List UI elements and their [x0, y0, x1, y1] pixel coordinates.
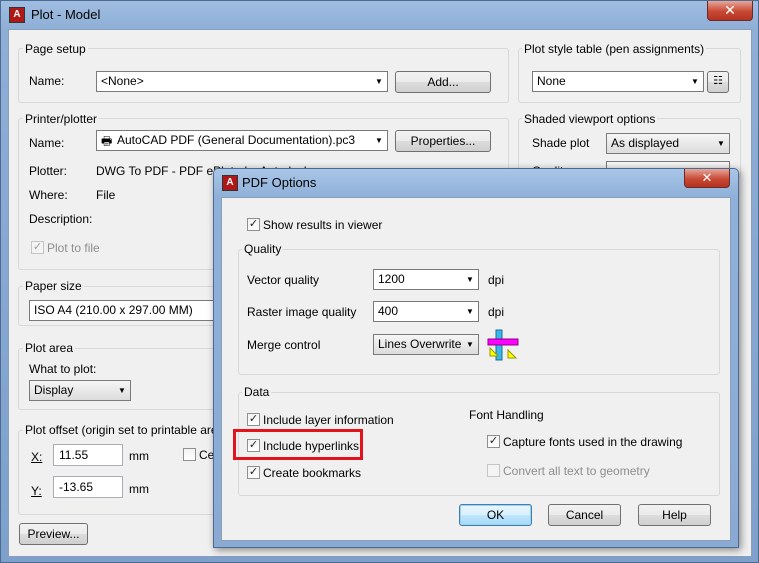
pdf-close-button[interactable]: ✕: [684, 169, 730, 188]
ok-button[interactable]: OK: [459, 504, 532, 526]
printer-name-value: AutoCAD PDF (General Documentation).pc3: [117, 133, 356, 147]
y-offset-label: Y:: [31, 484, 42, 498]
pdf-client-area: ✓ Show results in viewer Quality Vector …: [221, 197, 731, 541]
pdf-title-bar[interactable]: A PDF Options ✕: [214, 169, 738, 197]
add-button[interactable]: Add...: [395, 71, 491, 93]
properties-button[interactable]: Properties...: [395, 130, 491, 152]
shade-plot-value: As displayed: [611, 136, 680, 150]
x-offset-input[interactable]: 11.55: [53, 444, 123, 466]
raster-quality-label: Raster image quality: [247, 305, 357, 319]
merge-control-combo[interactable]: Lines Overwrite ▼: [373, 334, 479, 355]
plot-area-title: Plot area: [23, 341, 76, 355]
chevron-down-icon: ▼: [691, 77, 699, 86]
plot-style-combo[interactable]: None ▼: [532, 71, 704, 92]
x-offset-label: X:: [31, 450, 43, 464]
edit-plot-style-button[interactable]: ☷: [707, 71, 729, 93]
chevron-down-icon: ▼: [466, 340, 474, 349]
raster-quality-combo[interactable]: 400 ▼: [373, 301, 479, 322]
page-setup-name-value: <None>: [101, 74, 144, 88]
plot-to-file-checkbox[interactable]: ✓: [31, 241, 44, 254]
y-offset-unit: mm: [129, 482, 149, 496]
plot-offset-title: Plot offset (origin set to printable are…: [23, 423, 231, 437]
center-plot-checkbox[interactable]: [183, 448, 196, 461]
include-layer-info-checkbox[interactable]: ✓: [247, 413, 260, 426]
plot-style-value: None: [537, 74, 566, 88]
font-handling-title: Font Handling: [469, 408, 544, 422]
page-setup-name-combo[interactable]: <None> ▼: [96, 71, 388, 92]
show-results-checkbox[interactable]: ✓: [247, 218, 260, 231]
page-setup-name-label: Name:: [29, 74, 65, 88]
autocad-app-icon: A: [222, 175, 238, 191]
main-title-bar[interactable]: A Plot - Model ✕: [1, 1, 758, 29]
highlight-annotation: [233, 429, 363, 460]
merge-lines-overwrite-icon: [487, 329, 519, 361]
printer-name-combo[interactable]: 🖶 AutoCAD PDF (General Documentation).pc…: [96, 130, 388, 151]
vector-dpi-label: dpi: [488, 273, 505, 287]
pdf-options-dialog: A PDF Options ✕ ✓ Show results in viewer…: [213, 168, 739, 548]
shade-plot-label: Shade plot: [532, 136, 590, 150]
paper-size-title: Paper size: [23, 279, 84, 293]
shade-plot-combo[interactable]: As displayed ▼: [606, 133, 730, 154]
x-offset-unit: mm: [129, 449, 149, 463]
convert-text-label: Convert all text to geometry: [503, 464, 650, 478]
autocad-app-icon: A: [9, 7, 25, 23]
plot-style-title: Plot style table (pen assignments): [522, 42, 707, 56]
cancel-button[interactable]: Cancel: [548, 504, 621, 526]
vector-quality-label: Vector quality: [247, 273, 320, 287]
vector-quality-combo[interactable]: 1200 ▼: [373, 269, 479, 290]
capture-fonts-checkbox[interactable]: ✓: [487, 435, 500, 448]
plotter-icon: 🖶: [101, 134, 113, 148]
raster-dpi-label: dpi: [488, 305, 505, 319]
plot-to-file-label: Plot to file: [47, 241, 100, 255]
merge-control-label: Merge control: [247, 338, 321, 352]
quality-title: Quality: [242, 242, 284, 256]
merge-control-value: Lines Overwrite: [378, 337, 462, 351]
chevron-down-icon: ▼: [466, 275, 474, 284]
create-bookmarks-checkbox[interactable]: ✓: [247, 466, 260, 479]
y-offset-input[interactable]: -13.65: [53, 476, 123, 498]
paper-size-value: ISO A4 (210.00 x 297.00 MM): [34, 303, 193, 317]
create-bookmarks-label: Create bookmarks: [263, 466, 362, 480]
preview-button[interactable]: Preview...: [19, 523, 88, 545]
printer-name-label: Name:: [29, 136, 65, 150]
main-window-title: Plot - Model: [31, 7, 101, 22]
shaded-viewport-title: Shaded viewport options: [522, 112, 658, 126]
description-label: Description:: [29, 212, 93, 226]
chevron-down-icon: ▼: [717, 139, 725, 148]
data-title: Data: [242, 385, 272, 399]
chevron-down-icon: ▼: [466, 307, 474, 316]
pdf-dialog-title: PDF Options: [242, 175, 317, 190]
plot-offset-group: [18, 430, 238, 515]
printer-title: Printer/plotter: [23, 112, 100, 126]
help-button[interactable]: Help: [638, 504, 711, 526]
where-value: File: [96, 188, 116, 202]
paper-size-combo[interactable]: ISO A4 (210.00 x 297.00 MM): [29, 300, 229, 321]
chevron-down-icon: ▼: [375, 136, 383, 145]
convert-text-checkbox[interactable]: [487, 464, 500, 477]
where-label: Where:: [29, 188, 68, 202]
chevron-down-icon: ▼: [375, 77, 383, 86]
capture-fonts-label: Capture fonts used in the drawing: [503, 435, 683, 449]
what-to-plot-combo[interactable]: Display ▼: [29, 380, 131, 401]
page-setup-title: Page setup: [23, 42, 88, 56]
show-results-label: Show results in viewer: [263, 218, 383, 232]
main-close-button[interactable]: ✕: [707, 1, 753, 21]
what-to-plot-label: What to plot:: [29, 362, 97, 376]
chevron-down-icon: ▼: [118, 386, 126, 395]
vector-quality-value: 1200: [378, 272, 405, 286]
raster-quality-value: 400: [378, 304, 399, 318]
what-to-plot-value: Display: [34, 383, 74, 397]
plotter-label: Plotter:: [29, 164, 68, 178]
include-layer-info-label: Include layer information: [263, 413, 394, 427]
table-edit-icon: ☷: [713, 75, 723, 87]
